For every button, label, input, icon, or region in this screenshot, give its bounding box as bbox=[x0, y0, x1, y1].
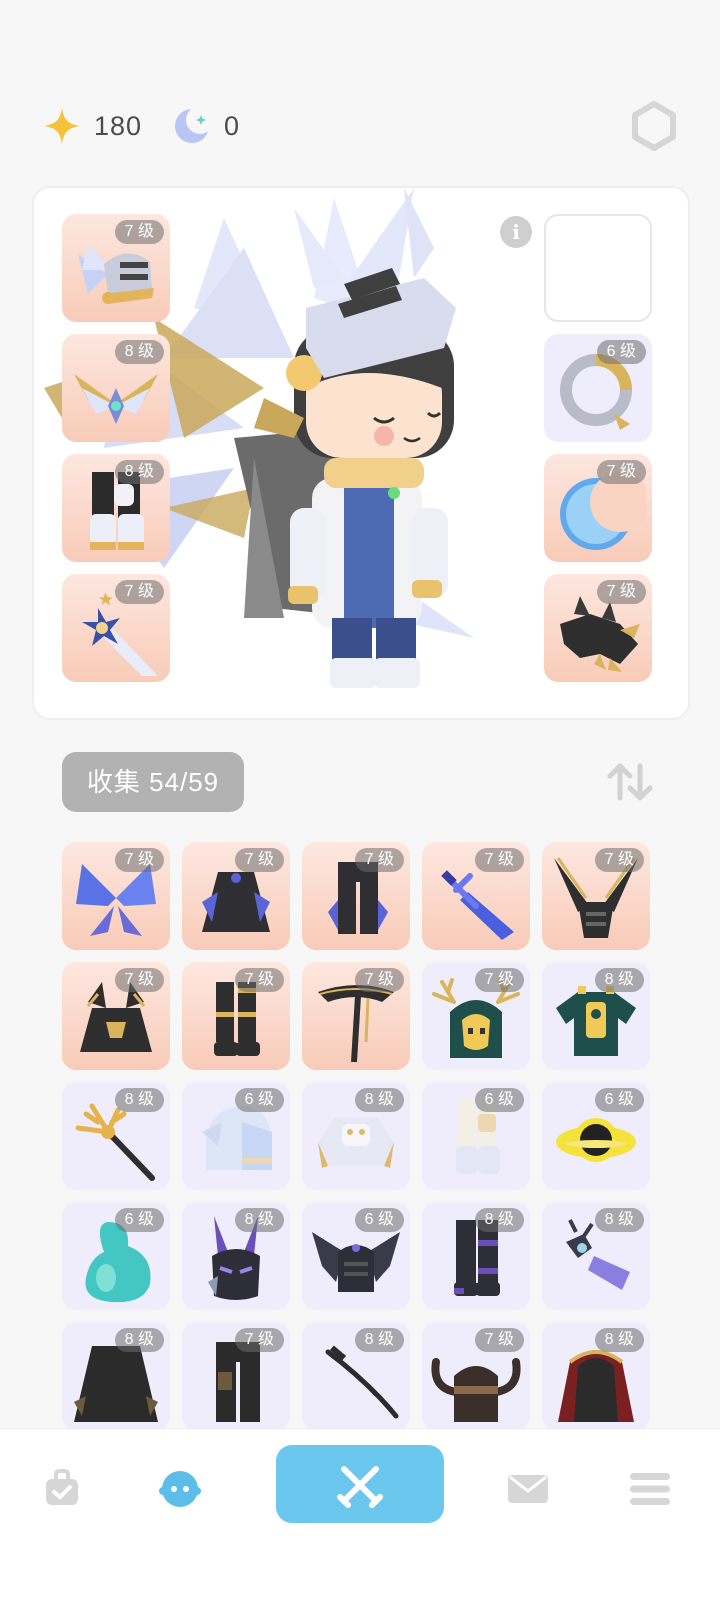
level-badge: 8 级 bbox=[354, 1088, 404, 1112]
collection-item-boots[interactable]: 7 级 bbox=[182, 962, 290, 1070]
info-icon[interactable]: i bbox=[500, 216, 532, 248]
collection-item-butterfly[interactable]: 7 级 bbox=[62, 842, 170, 950]
level-badge: 6 级 bbox=[594, 1088, 644, 1112]
collection-item-red-cloak[interactable]: 8 级 bbox=[542, 1322, 650, 1428]
collection-item-antler-hood[interactable]: 7 级 bbox=[422, 962, 530, 1070]
level-badge: 8 级 bbox=[474, 1208, 524, 1232]
equip-slot-ring[interactable]: 6 级 bbox=[544, 334, 652, 442]
level-badge: 7 级 bbox=[354, 848, 404, 872]
level-badge: 6 级 bbox=[354, 1208, 404, 1232]
equip-slot-helmet[interactable]: 7 级 bbox=[62, 214, 170, 322]
collection-item-golden-staff[interactable]: 8 级 bbox=[62, 1082, 170, 1190]
level-badge: 8 级 bbox=[114, 460, 164, 484]
level-badge: 7 级 bbox=[596, 460, 646, 484]
collection-item-cloak[interactable]: 7 级 bbox=[182, 842, 290, 950]
collection-item-white-armor[interactable]: 8 级 bbox=[302, 1082, 410, 1190]
level-badge: 7 级 bbox=[114, 580, 164, 604]
equip-slot-weapon[interactable]: 7 级 bbox=[62, 574, 170, 682]
collection-item-pants[interactable]: 7 级 bbox=[302, 842, 410, 950]
level-badge: 8 级 bbox=[594, 1208, 644, 1232]
moon-currency: 0 bbox=[172, 106, 240, 146]
star-icon bbox=[44, 108, 80, 144]
level-badge: 7 级 bbox=[114, 848, 164, 872]
collection-item-horned-helm[interactable]: 7 级 bbox=[542, 842, 650, 950]
equip-slot-empty[interactable] bbox=[544, 214, 652, 322]
equip-slot-dragon[interactable]: 7 级 bbox=[544, 574, 652, 682]
collection-item-bat-wing-helm[interactable]: 6 级 bbox=[302, 1202, 410, 1310]
level-badge: 7 级 bbox=[474, 1328, 524, 1352]
level-badge: 7 级 bbox=[594, 848, 644, 872]
menu-icon[interactable] bbox=[626, 1465, 674, 1513]
level-badge: 7 级 bbox=[596, 580, 646, 604]
collection-item-dark-armor[interactable]: 7 级 bbox=[62, 962, 170, 1070]
level-badge: 6 级 bbox=[234, 1088, 284, 1112]
level-badge: 7 级 bbox=[474, 968, 524, 992]
mail-icon[interactable] bbox=[504, 1465, 552, 1513]
star-currency: 180 bbox=[42, 106, 142, 146]
equip-slot-boots[interactable]: 8 级 bbox=[62, 454, 170, 562]
collection-item-white-helmet[interactable]: 6 级 bbox=[182, 1082, 290, 1190]
level-badge: 8 级 bbox=[114, 1088, 164, 1112]
moon-count: 0 bbox=[224, 110, 241, 141]
avatar-icon[interactable] bbox=[156, 1465, 204, 1513]
equipment-panel: 7 级 8 级 8 级 7 级 i 6 级 7 级 7 级 bbox=[32, 186, 690, 720]
currency-bar: 180 0 bbox=[40, 96, 680, 156]
crossed-swords-icon bbox=[337, 1466, 383, 1508]
level-badge: 7 级 bbox=[234, 1328, 284, 1352]
collection-item-sword[interactable]: 7 级 bbox=[422, 842, 530, 950]
level-badge: 6 级 bbox=[596, 340, 646, 364]
collection-item-white-boots[interactable]: 6 级 bbox=[422, 1082, 530, 1190]
collection-item-purple-horned-mask[interactable]: 8 级 bbox=[182, 1202, 290, 1310]
moon-icon bbox=[175, 106, 212, 143]
collection-item-dark-greaves[interactable]: 8 级 bbox=[422, 1202, 530, 1310]
level-badge: 7 级 bbox=[234, 848, 284, 872]
sort-icon[interactable] bbox=[606, 758, 654, 806]
level-badge: 6 级 bbox=[114, 1208, 164, 1232]
level-badge: 7 级 bbox=[114, 968, 164, 992]
collection-item-dark-cape[interactable]: 8 级 bbox=[62, 1322, 170, 1428]
level-badge: 7 级 bbox=[474, 848, 524, 872]
level-badge: 8 级 bbox=[354, 1328, 404, 1352]
level-badge: 6 级 bbox=[474, 1088, 524, 1112]
collection-item-horned-helmet[interactable]: 7 级 bbox=[422, 1322, 530, 1428]
bottom-nav bbox=[0, 1428, 720, 1600]
settings-hex-icon[interactable] bbox=[628, 100, 680, 152]
equip-slot-moon[interactable]: 7 级 bbox=[544, 454, 652, 562]
level-badge: 8 级 bbox=[594, 968, 644, 992]
level-badge: 8 级 bbox=[114, 340, 164, 364]
collection-count-button[interactable]: 收集 54/59 bbox=[62, 752, 244, 812]
collection-item-teal-bottle[interactable]: 6 级 bbox=[62, 1202, 170, 1310]
level-badge: 7 级 bbox=[114, 220, 164, 244]
level-badge: 8 级 bbox=[234, 1208, 284, 1232]
level-badge: 8 级 bbox=[594, 1328, 644, 1352]
star-count: 180 bbox=[94, 110, 143, 141]
collection-item-crystal-staff[interactable]: 8 级 bbox=[542, 1202, 650, 1310]
level-badge: 7 级 bbox=[234, 968, 284, 992]
equip-slot-emblem[interactable]: 8 级 bbox=[62, 334, 170, 442]
collection-item-scythe[interactable]: 7 级 bbox=[302, 962, 410, 1070]
collection-item-eclipse-orb[interactable]: 6 级 bbox=[542, 1082, 650, 1190]
collection-grid: 7 级 7 级 7 级 7 级 7 级 7 级 7 级 7 级 7 级 8 级 … bbox=[62, 842, 662, 1428]
bag-icon[interactable] bbox=[38, 1465, 86, 1513]
collection-item-dark-trousers[interactable]: 7 级 bbox=[182, 1322, 290, 1428]
level-badge: 8 级 bbox=[114, 1328, 164, 1352]
battle-button[interactable] bbox=[276, 1445, 444, 1523]
level-badge: 7 级 bbox=[354, 968, 404, 992]
collection-item-katana[interactable]: 8 级 bbox=[302, 1322, 410, 1428]
collection-item-green-robe[interactable]: 8 级 bbox=[542, 962, 650, 1070]
